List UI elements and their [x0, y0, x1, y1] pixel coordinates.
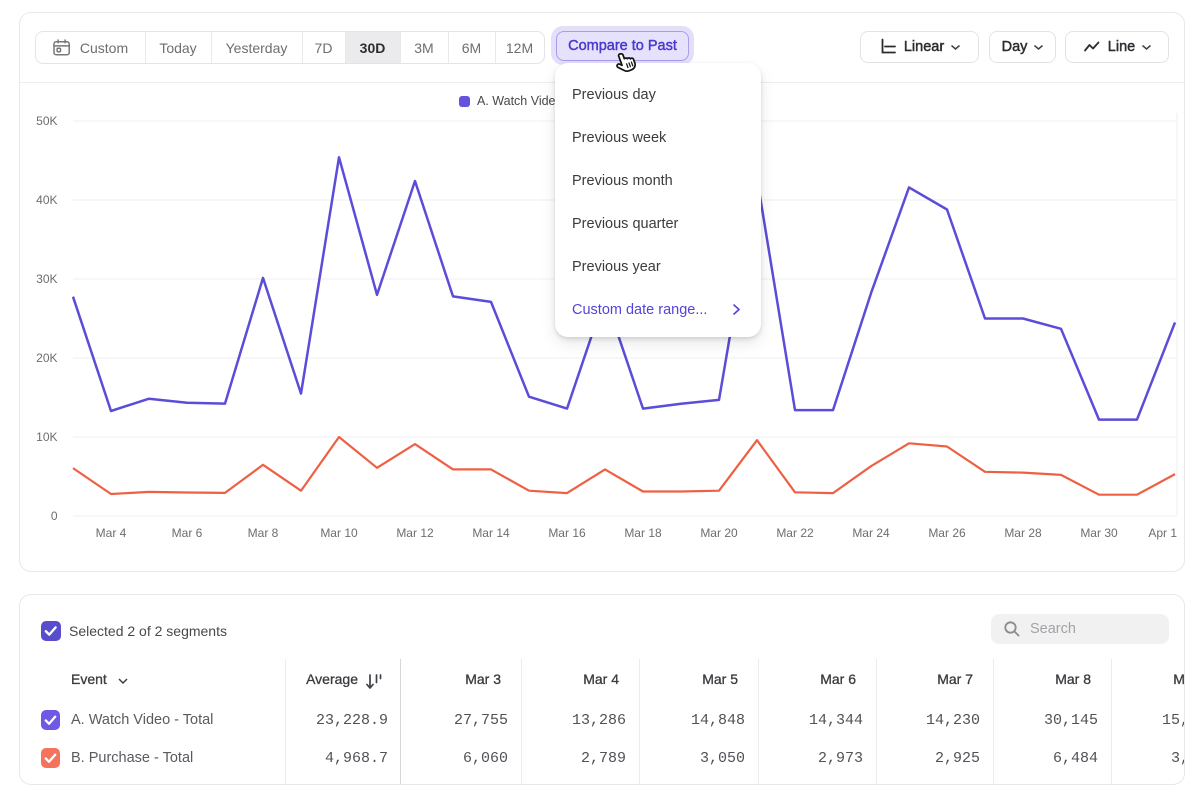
svg-text:Mar 14: Mar 14: [472, 526, 510, 540]
svg-text:Mar 12: Mar 12: [396, 526, 434, 540]
svg-text:Mar 22: Mar 22: [776, 526, 814, 540]
svg-text:Mar 24: Mar 24: [852, 526, 890, 540]
svg-text:Mar 8: Mar 8: [248, 526, 279, 540]
svg-text:Mar 4: Mar 4: [96, 526, 127, 540]
svg-text:Mar 20: Mar 20: [700, 526, 738, 540]
svg-text:0: 0: [51, 509, 58, 523]
svg-text:Mar 6: Mar 6: [172, 526, 203, 540]
svg-text:Apr 1: Apr 1: [1148, 526, 1177, 540]
svg-text:Mar 10: Mar 10: [320, 526, 358, 540]
svg-text:20K: 20K: [36, 351, 57, 365]
svg-text:Mar 18: Mar 18: [624, 526, 662, 540]
svg-text:40K: 40K: [36, 193, 57, 207]
svg-text:Mar 26: Mar 26: [928, 526, 966, 540]
svg-text:Mar 16: Mar 16: [548, 526, 586, 540]
svg-text:Mar 28: Mar 28: [1004, 526, 1042, 540]
svg-text:50K: 50K: [36, 114, 57, 128]
svg-text:10K: 10K: [36, 430, 57, 444]
svg-text:30K: 30K: [36, 272, 57, 286]
svg-text:Mar 30: Mar 30: [1080, 526, 1118, 540]
